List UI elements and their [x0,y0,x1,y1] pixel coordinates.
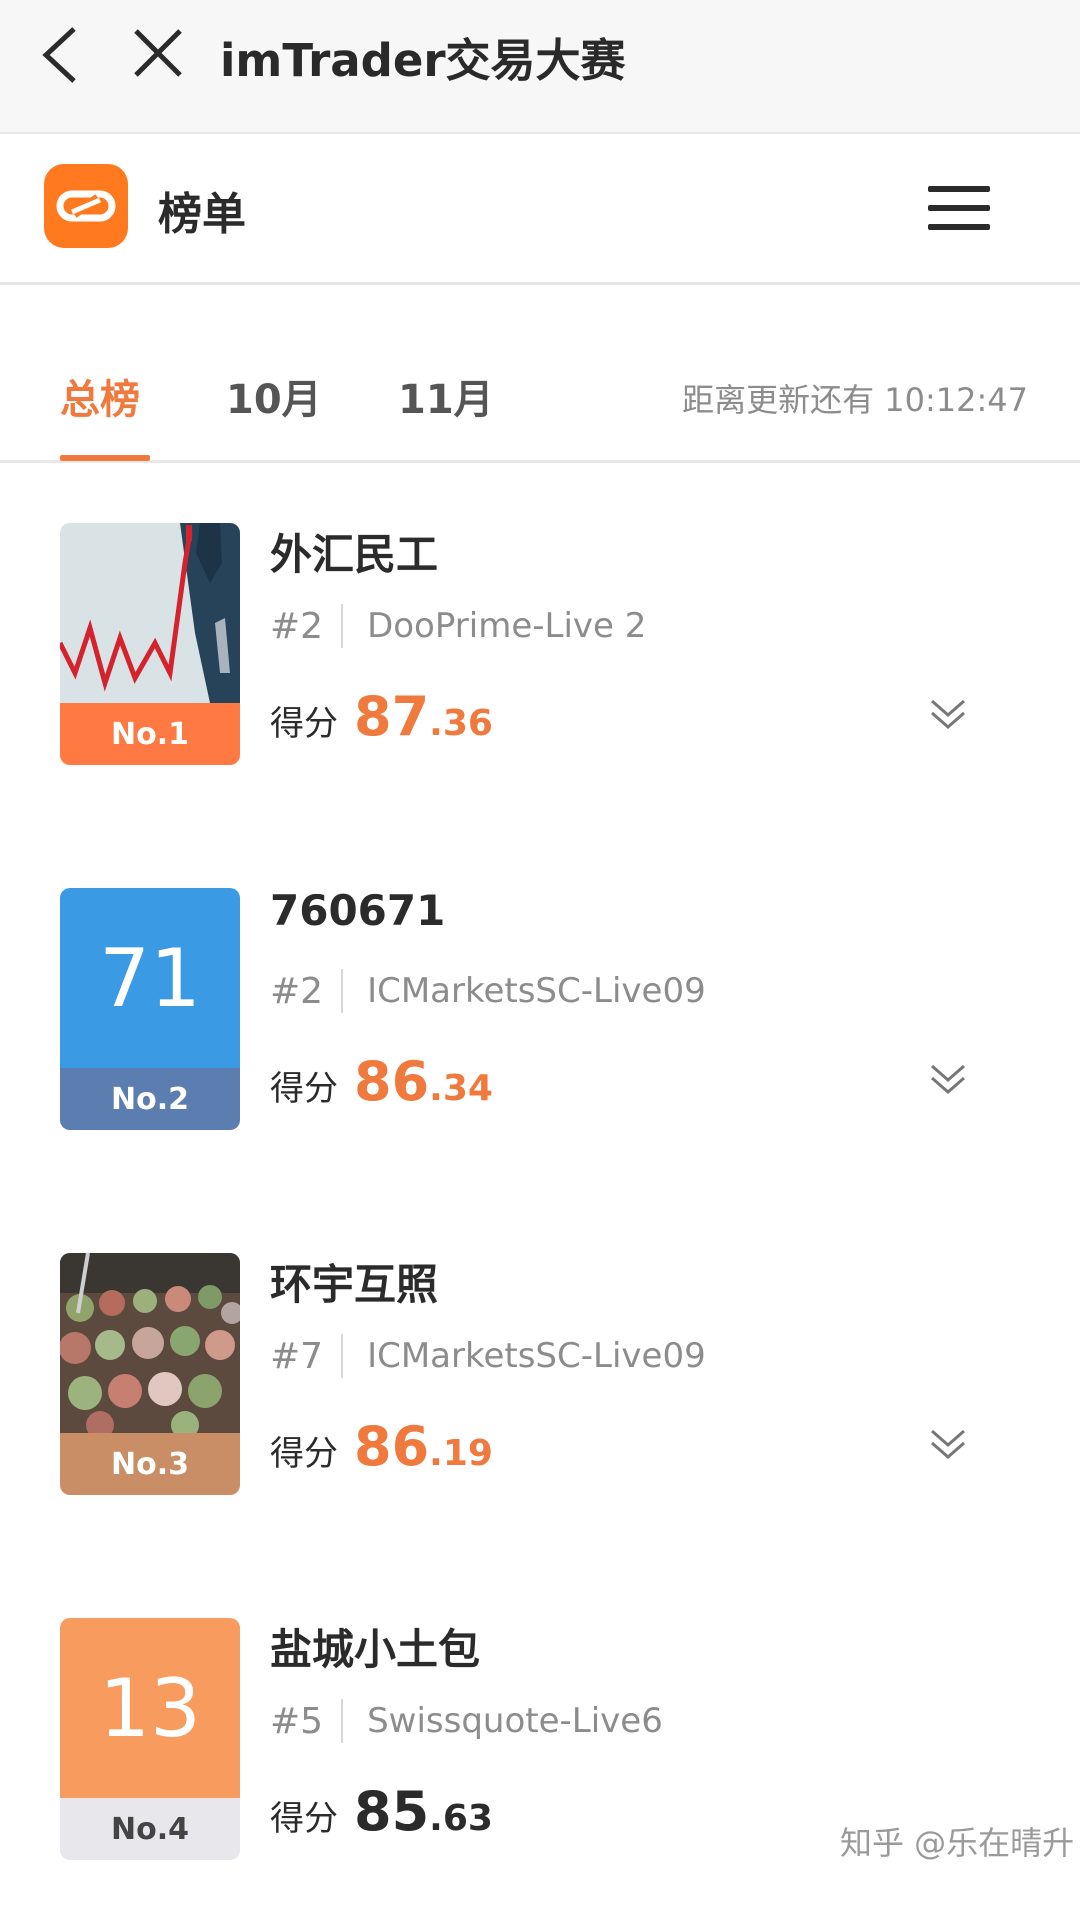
tab-october[interactable]: 10月 [226,367,322,425]
score: 得分 85 .63 [270,1780,493,1850]
trader-name: 盐城小土包 [270,1625,481,1674]
avatar-number: 13 [60,1618,240,1798]
leaderboard-entry[interactable]: 13 No.4 盐城小土包 #5 Swissquote-Live6 得分 85 … [0,1558,1080,1923]
trader-name: 760671 [270,886,446,935]
score-decimal: .63 [429,1798,493,1839]
leaderboard-entry[interactable]: No.3 环宇互照 #7 ICMarketsSC-Live09 得分 86 .1… [0,1193,1080,1561]
trader-meta: #5 Swissquote-Live6 [270,1696,663,1746]
trader-server: Swissquote-Live6 [367,1701,663,1741]
rank-badge: No.1 [60,703,240,765]
avatar-chart-image [60,523,240,703]
update-countdown: 距离更新还有 10:12:47 [682,381,1028,419]
score-label: 得分 [270,1069,338,1109]
score-integer: 87 [354,685,430,748]
avatar-number: 71 [60,888,240,1068]
back-icon[interactable] [38,25,88,85]
score: 得分 86 .34 [270,1050,493,1120]
trader-name: 外汇民工 [270,530,439,579]
leaderboard-entry[interactable]: No.1 外汇民工 #2 DooPrime-Live 2 得分 87 .36 [0,463,1080,831]
score: 得分 86 .19 [270,1415,493,1485]
trader-server: ICMarketsSC-Live09 [367,971,706,1011]
app-logo-icon [44,164,128,248]
rank-badge: No.4 [60,1798,240,1860]
top-bar: imTrader交易大赛 [0,0,1080,134]
window-title: imTrader交易大赛 [220,34,626,87]
watermark: 知乎 @乐在晴升 [840,1824,1075,1862]
trader-name: 环宇互照 [270,1260,439,1309]
avatar: No.3 [60,1253,240,1495]
avatar: 13 No.4 [60,1618,240,1860]
trader-meta: #2 DooPrime-Live 2 [270,601,646,651]
divider [341,1334,344,1378]
score-decimal: .19 [429,1433,493,1474]
divider [341,969,344,1013]
trader-position: #7 [270,1335,324,1377]
score-decimal: .34 [429,1068,493,1109]
close-icon[interactable] [130,25,186,81]
score-label: 得分 [270,704,338,744]
divider [341,604,344,648]
page-header: 榜单 [0,134,1080,285]
avatar: No.1 [60,523,240,765]
divider [341,1699,344,1743]
avatar: 71 No.2 [60,888,240,1130]
tab-bar: 总榜 10月 11月 距离更新还有 10:12:47 [0,285,1080,463]
trader-position: #2 [270,605,324,647]
active-tab-indicator [60,455,150,461]
trader-meta: #7 ICMarketsSC-Live09 [270,1331,706,1381]
trader-server: DooPrime-Live 2 [367,606,647,646]
rank-badge: No.3 [60,1433,240,1495]
expand-chevron-icon[interactable] [928,1058,968,1098]
leaderboard-entry[interactable]: 71 No.2 760671 #2 ICMarketsSC-Live09 得分 … [0,828,1080,1196]
trader-meta: #2 ICMarketsSC-Live09 [270,966,706,1016]
score-integer: 86 [354,1050,430,1113]
menu-icon[interactable] [928,186,990,230]
expand-chevron-icon[interactable] [928,693,968,733]
score-integer: 86 [354,1415,430,1478]
page-title: 榜单 [158,189,246,240]
trader-position: #2 [270,970,324,1012]
score: 得分 87 .36 [270,685,493,755]
trader-server: ICMarketsSC-Live09 [367,1336,706,1376]
score-label: 得分 [270,1799,338,1839]
rank-badge: No.2 [60,1068,240,1130]
tab-overall[interactable]: 总榜 [60,367,140,425]
score-decimal: .36 [429,703,493,744]
expand-chevron-icon[interactable] [928,1423,968,1463]
trader-position: #5 [270,1700,324,1742]
score-label: 得分 [270,1434,338,1474]
score-integer: 85 [354,1780,430,1843]
tab-november[interactable]: 11月 [398,367,494,425]
avatar-succulents-image [60,1253,240,1439]
